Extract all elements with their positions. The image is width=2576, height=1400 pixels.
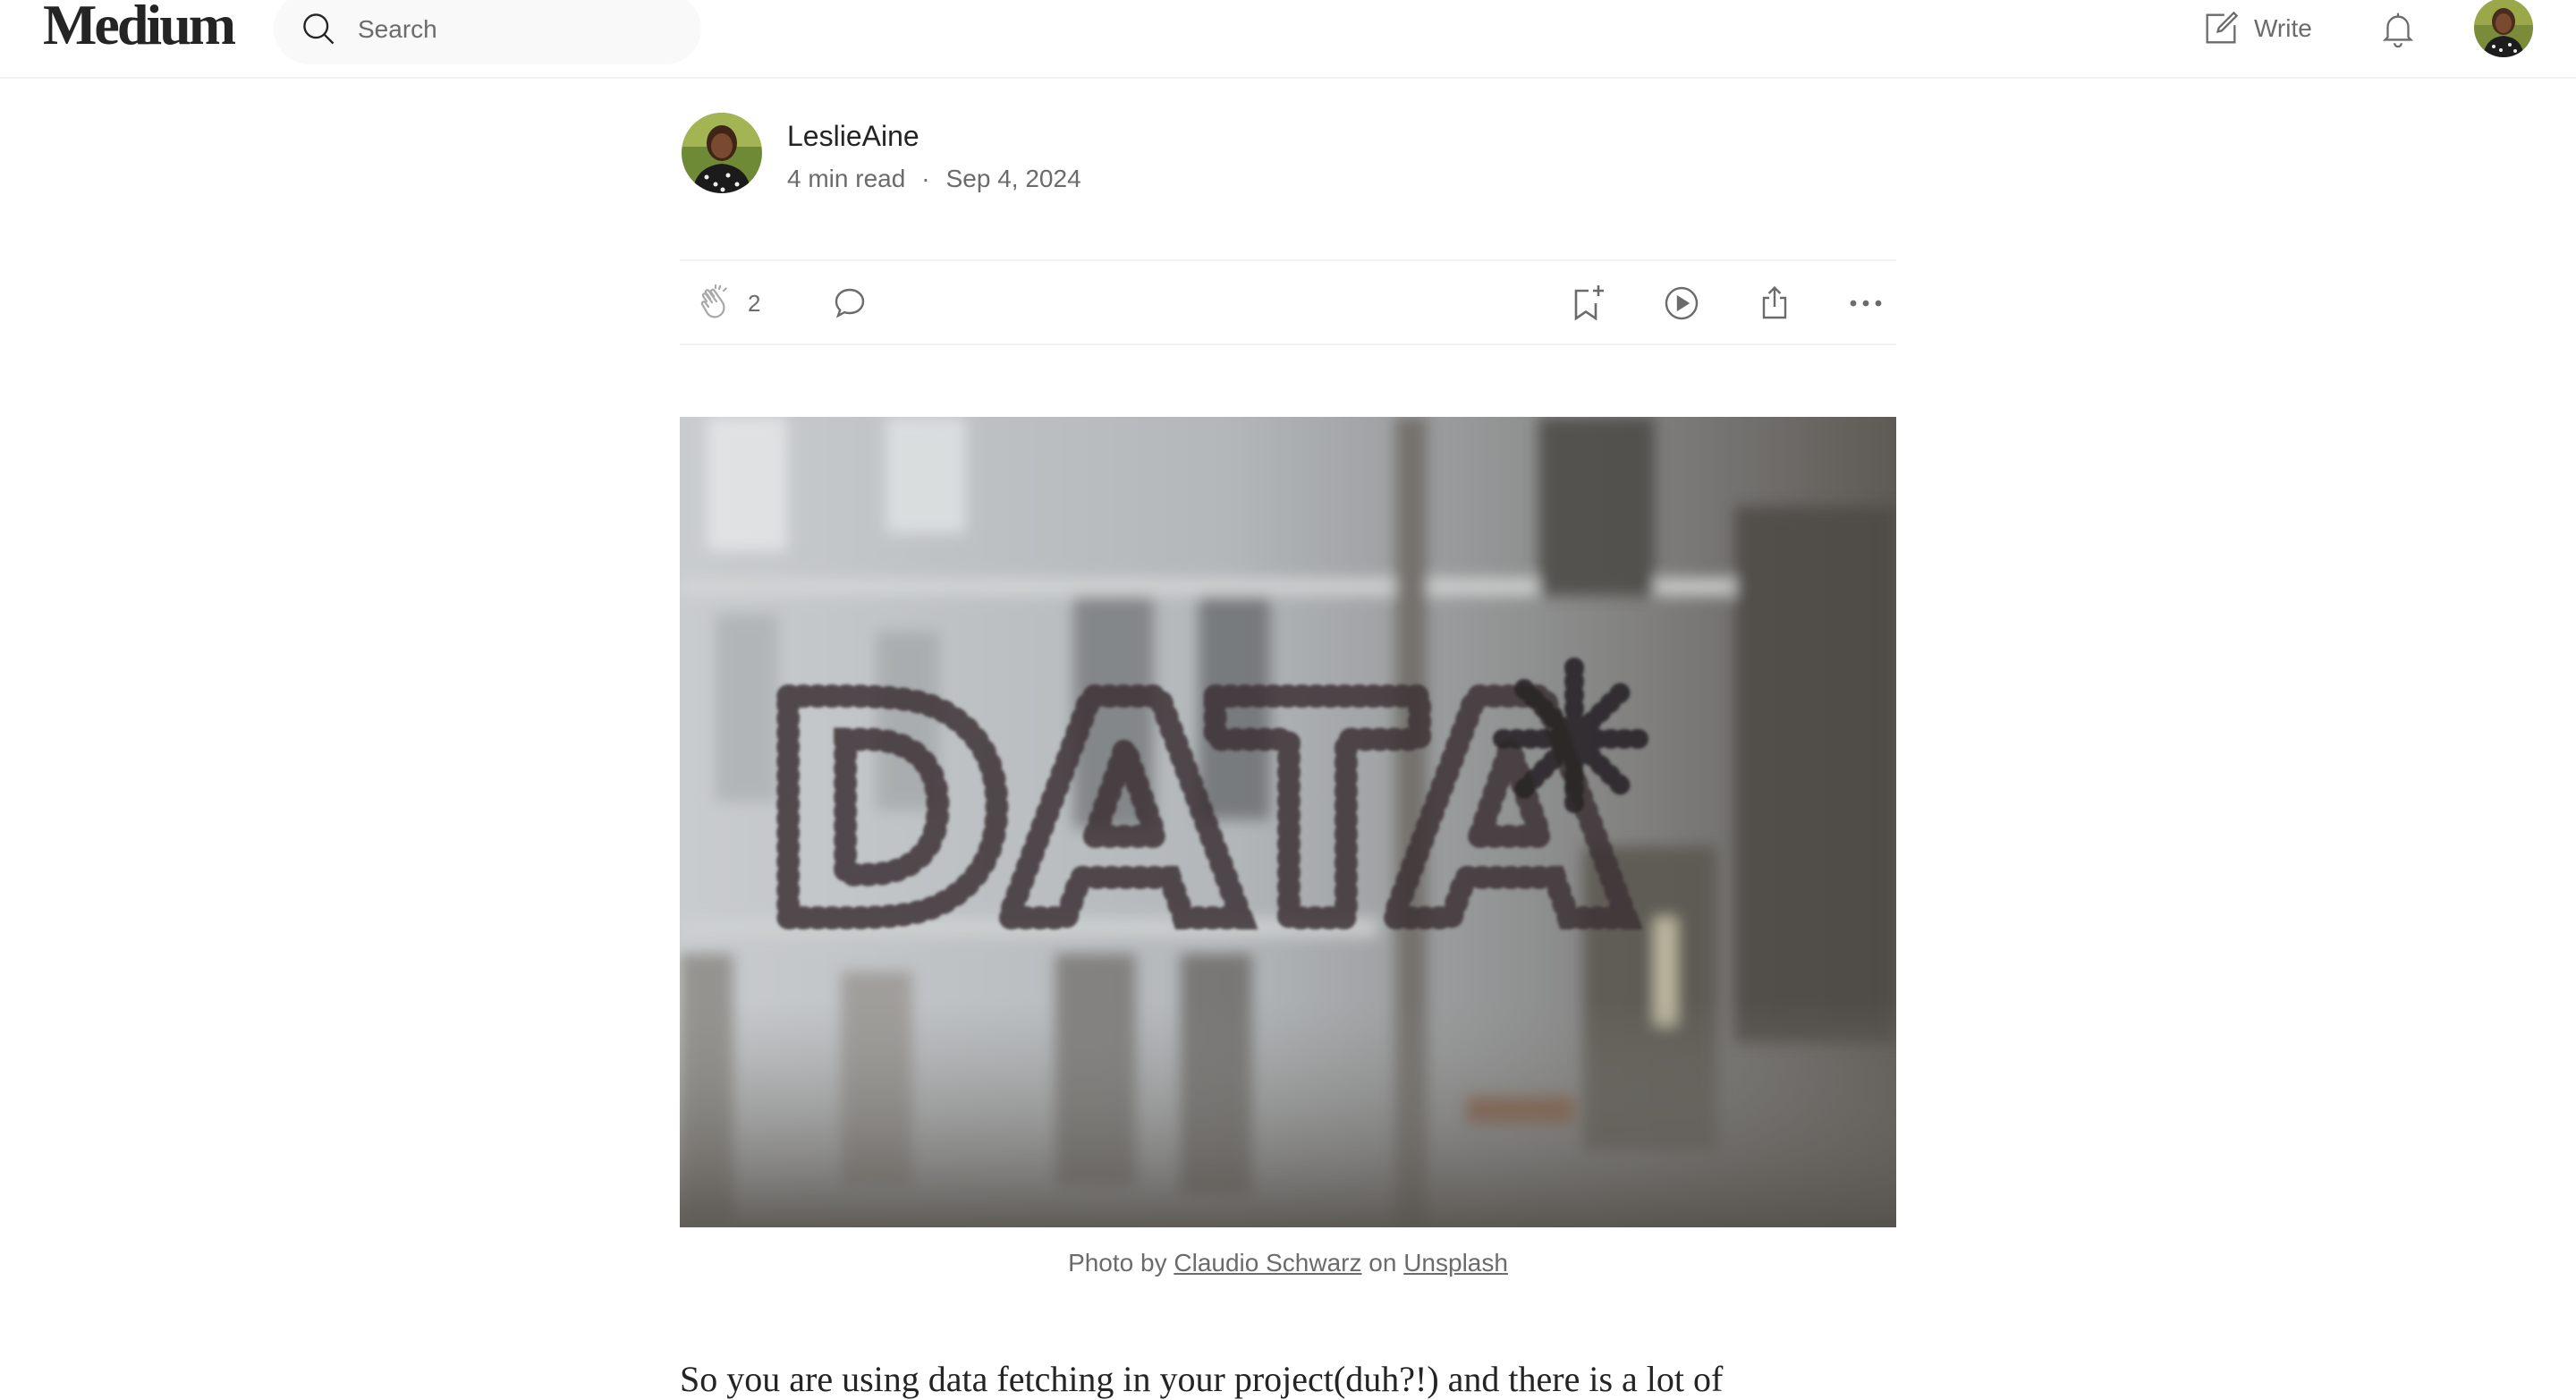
bookmark-add-icon bbox=[1574, 285, 1604, 321]
play-circle-icon bbox=[1665, 286, 1699, 320]
share-icon bbox=[1762, 285, 1787, 319]
meta-separator: · bbox=[921, 165, 930, 192]
write-icon bbox=[2206, 11, 2239, 44]
article-paragraph: So you are using data fetching in your p… bbox=[680, 1359, 1724, 1399]
hero-photo: DATA bbox=[680, 417, 1896, 1227]
image-caption: Photo by Claudio Schwarz on Unsplash bbox=[680, 1249, 1896, 1277]
comment-icon bbox=[835, 288, 865, 318]
caption-middle: on bbox=[1368, 1249, 1397, 1277]
search-icon bbox=[303, 13, 335, 45]
photographer-link[interactable]: Claudio Schwarz bbox=[1174, 1249, 1361, 1277]
hero-lettering: DATA bbox=[760, 636, 1630, 990]
read-time: 4 min read bbox=[787, 165, 906, 192]
search-box[interactable] bbox=[274, 0, 701, 64]
write-label: Write bbox=[2254, 14, 2312, 42]
clap-count: 2 bbox=[748, 289, 761, 317]
top-navigation-bar: Medium Write bbox=[0, 0, 2576, 79]
bell-icon[interactable] bbox=[2377, 7, 2419, 50]
caption-prefix: Photo by bbox=[1068, 1249, 1167, 1277]
share-button[interactable] bbox=[1753, 279, 1796, 327]
listen-button[interactable] bbox=[1660, 279, 1703, 327]
article-action-bar: 2 bbox=[680, 259, 1896, 345]
clap-icon bbox=[700, 284, 727, 318]
respond-button[interactable] bbox=[828, 279, 871, 327]
unsplash-link[interactable]: Unsplash bbox=[1403, 1249, 1508, 1277]
search-input[interactable] bbox=[356, 4, 682, 55]
hero-image: DATA bbox=[680, 417, 1896, 1227]
user-avatar[interactable] bbox=[2474, 0, 2533, 57]
more-horizontal-icon bbox=[1850, 300, 1882, 307]
author-avatar[interactable] bbox=[682, 113, 762, 193]
article-meta: 4 min read · Sep 4, 2024 bbox=[787, 165, 1081, 193]
save-button[interactable] bbox=[1567, 279, 1610, 327]
more-options-button[interactable] bbox=[1844, 279, 1887, 327]
publish-date: Sep 4, 2024 bbox=[945, 165, 1081, 192]
clap-button[interactable]: 2 bbox=[694, 279, 760, 327]
medium-logo[interactable]: Medium bbox=[43, 0, 236, 54]
write-button[interactable]: Write bbox=[2200, 4, 2312, 54]
author-name[interactable]: LeslieAine bbox=[787, 120, 919, 153]
